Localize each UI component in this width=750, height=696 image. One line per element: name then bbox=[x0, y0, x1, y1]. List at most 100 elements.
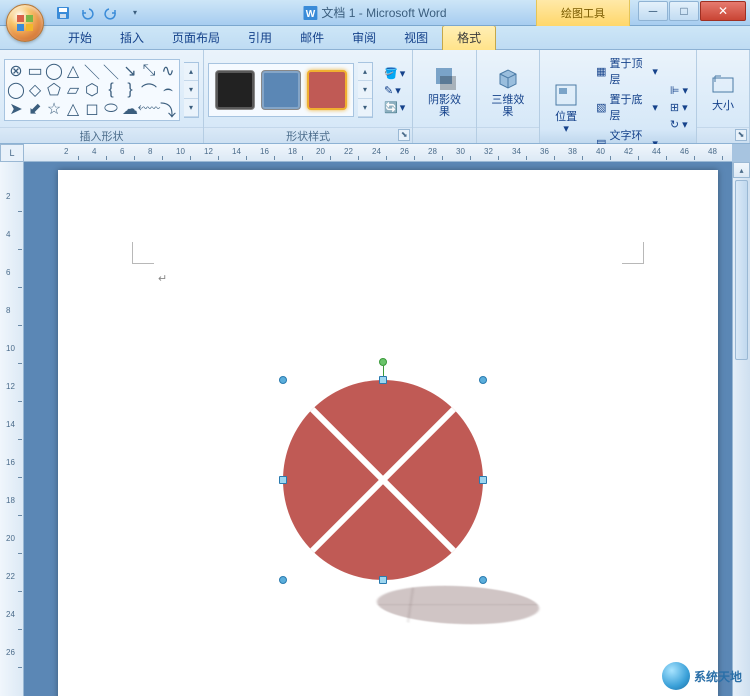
tab-view[interactable]: 视图 bbox=[390, 26, 442, 49]
shape-icon[interactable]: ➤ bbox=[7, 100, 25, 118]
rotate-button[interactable]: ↻▾ bbox=[666, 116, 692, 133]
tab-home[interactable]: 开始 bbox=[54, 26, 106, 49]
shape-icon[interactable]: ☆ bbox=[45, 100, 63, 118]
watermark: 系统天地 bbox=[662, 662, 742, 690]
style-down-button[interactable]: ▾ bbox=[358, 81, 372, 99]
style-up-button[interactable]: ▴ bbox=[358, 63, 372, 81]
shape-icon[interactable]: ▱ bbox=[64, 81, 82, 99]
group-label bbox=[477, 127, 539, 143]
shape-icon[interactable]: { bbox=[102, 81, 120, 99]
group-shape-styles: ▴ ▾ ▾ 🪣◆ ▾▾ ✎▾ 🔄▾ 形状样式⬊ bbox=[204, 50, 413, 143]
vertical-scrollbar[interactable]: ▴ bbox=[732, 162, 750, 696]
redo-button[interactable] bbox=[100, 3, 122, 23]
tab-format[interactable]: 格式 bbox=[442, 25, 496, 50]
handle-tm[interactable] bbox=[379, 376, 387, 384]
titlebar: ▾ W 文档 1 - Microsoft Word 绘图工具 ─ □ ✕ bbox=[0, 0, 750, 26]
shape-icon[interactable]: ◇ bbox=[26, 81, 44, 99]
shape-icon[interactable]: ↘ bbox=[121, 62, 139, 80]
size-button[interactable]: 大小 bbox=[701, 66, 745, 114]
shape-icon[interactable]: ▭ bbox=[26, 62, 44, 80]
handle-bl[interactable] bbox=[279, 576, 287, 584]
fill-icon: 🪣 bbox=[384, 67, 398, 80]
shape-icon[interactable]: ◯ bbox=[7, 81, 25, 99]
cube-icon bbox=[492, 62, 524, 94]
shape-icon[interactable]: ⬋ bbox=[26, 100, 44, 118]
handle-tr[interactable] bbox=[479, 376, 487, 384]
scroll-thumb[interactable] bbox=[735, 180, 748, 360]
office-button[interactable] bbox=[6, 4, 44, 42]
horizontal-ruler[interactable]: 2468101214161820222426283032343638404244… bbox=[24, 144, 732, 162]
save-button[interactable] bbox=[52, 3, 74, 23]
shadow-icon bbox=[428, 62, 460, 94]
shape-icon[interactable]: ⬭ bbox=[102, 100, 120, 118]
style-swatch-black[interactable] bbox=[215, 70, 255, 110]
circle-shape[interactable] bbox=[283, 380, 483, 580]
shadow-effects-button[interactable]: 阴影效果 bbox=[417, 60, 471, 120]
ribbon-tabs: 开始 插入 页面布局 引用 邮件 审阅 视图 格式 bbox=[0, 26, 750, 50]
group-size: 大小 ⬊ bbox=[697, 50, 750, 143]
close-button[interactable]: ✕ bbox=[700, 1, 746, 21]
style-swatch-red[interactable] bbox=[307, 70, 347, 110]
style-more-button[interactable]: ▾ bbox=[358, 99, 372, 117]
shape-icon[interactable]: ◻ bbox=[83, 100, 101, 118]
shape-outline-button[interactable]: ✎▾ bbox=[381, 83, 408, 98]
shape-icon[interactable]: } bbox=[121, 81, 139, 99]
page-viewport[interactable]: ↵ bbox=[24, 162, 732, 696]
page[interactable]: ↵ bbox=[58, 170, 718, 696]
size-icon bbox=[707, 68, 739, 100]
handle-mr[interactable] bbox=[479, 476, 487, 484]
shape-icon[interactable]: ⬠ bbox=[45, 81, 63, 99]
shape-icon[interactable]: ⤵ bbox=[159, 100, 177, 118]
front-icon: ▦ bbox=[596, 65, 606, 78]
shape-icon[interactable]: ◯ bbox=[45, 62, 63, 80]
shape-icon[interactable]: ⬡ bbox=[83, 81, 101, 99]
align-button[interactable]: ⊫▾ bbox=[666, 82, 692, 99]
shape-icon[interactable]: △ bbox=[64, 62, 82, 80]
tab-insert[interactable]: 插入 bbox=[106, 26, 158, 49]
vertical-ruler[interactable]: 2468101214161820222426 bbox=[0, 162, 24, 696]
3d-effects-button[interactable]: 三维效果 bbox=[481, 60, 535, 120]
shape-icon[interactable]: ⬳ bbox=[140, 100, 158, 118]
selected-shape[interactable] bbox=[283, 380, 483, 580]
shape-icon[interactable]: ＼ bbox=[102, 62, 120, 80]
gallery-more-button[interactable]: ▾ bbox=[184, 99, 198, 117]
scroll-up-button[interactable]: ▴ bbox=[733, 162, 750, 178]
shape-icon[interactable]: ☁ bbox=[121, 100, 139, 118]
gallery-down-button[interactable]: ▾ bbox=[184, 81, 198, 99]
tab-mailings[interactable]: 邮件 bbox=[286, 26, 338, 49]
bring-to-front-button[interactable]: ▦置于顶层 ▾ bbox=[592, 53, 662, 89]
shapes-gallery[interactable]: ⊗▭◯△＼＼↘⤡∿ ◯◇⬠▱⬡{}⌒⌢ ➤⬋☆△◻⬭☁⬳⤵ bbox=[4, 59, 180, 121]
send-to-back-button[interactable]: ▧置于底层 ▾ bbox=[592, 89, 662, 125]
style-gallery[interactable] bbox=[208, 63, 354, 117]
dialog-launcher[interactable]: ⬊ bbox=[735, 129, 747, 141]
qat-more-button[interactable]: ▾ bbox=[124, 3, 146, 23]
position-icon bbox=[550, 79, 582, 111]
change-icon: 🔄 bbox=[384, 101, 398, 114]
tab-page-layout[interactable]: 页面布局 bbox=[158, 26, 234, 49]
tab-references[interactable]: 引用 bbox=[234, 26, 286, 49]
minimize-button[interactable]: ─ bbox=[638, 1, 668, 21]
contextual-tab-group: 绘图工具 bbox=[536, 0, 630, 26]
shape-icon[interactable]: △ bbox=[64, 100, 82, 118]
position-button[interactable]: 位置▾ bbox=[544, 77, 588, 137]
undo-button[interactable] bbox=[76, 3, 98, 23]
shape-icon[interactable]: ⊗ bbox=[7, 62, 25, 80]
rotation-handle[interactable] bbox=[379, 358, 387, 366]
group-button[interactable]: ⊞▾ bbox=[666, 99, 692, 116]
change-shape-button[interactable]: 🔄▾ bbox=[381, 100, 408, 115]
handle-bm[interactable] bbox=[379, 576, 387, 584]
tab-review[interactable]: 审阅 bbox=[338, 26, 390, 49]
shape-icon[interactable]: ⌒ bbox=[140, 81, 158, 99]
maximize-button[interactable]: □ bbox=[669, 1, 699, 21]
watermark-icon bbox=[662, 662, 690, 690]
style-swatch-blue[interactable] bbox=[261, 70, 301, 110]
ruler-corner[interactable]: L bbox=[0, 144, 24, 162]
shape-icon[interactable]: ∿ bbox=[159, 62, 177, 80]
gallery-up-button[interactable]: ▴ bbox=[184, 63, 198, 81]
shape-icon[interactable]: ＼ bbox=[83, 62, 101, 80]
shape-fill-button[interactable]: 🪣◆ ▾▾ bbox=[381, 66, 408, 81]
handle-tl[interactable] bbox=[279, 376, 287, 384]
handle-br[interactable] bbox=[479, 576, 487, 584]
handle-ml[interactable] bbox=[279, 476, 287, 484]
dialog-launcher[interactable]: ⬊ bbox=[398, 129, 410, 141]
